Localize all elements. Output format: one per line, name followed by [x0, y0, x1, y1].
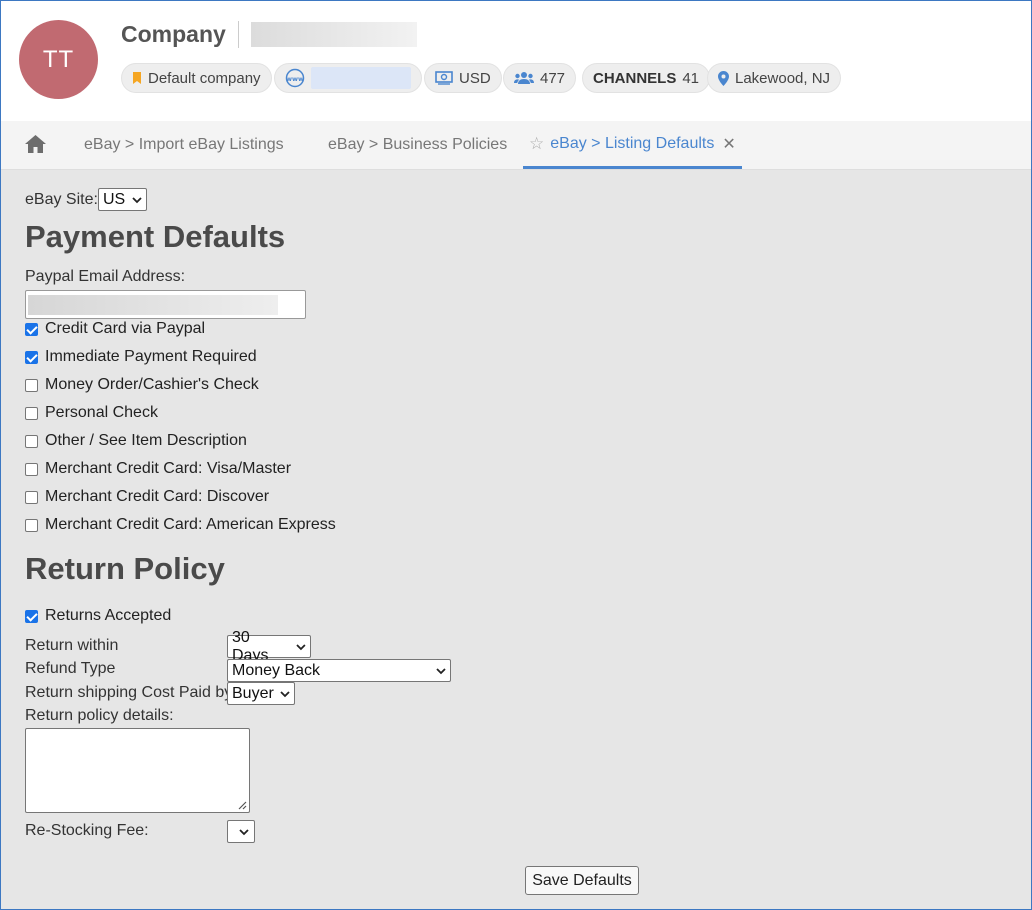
- app-window: TT Company Default company www USD 477 C…: [0, 0, 1032, 910]
- payment-option-label: Merchant Credit Card: American Express: [45, 516, 336, 533]
- paypal-email-label: Paypal Email Address:: [25, 268, 186, 285]
- title-divider: [238, 21, 239, 48]
- checkbox[interactable]: [25, 406, 38, 420]
- ebay-site-value: US: [102, 190, 126, 208]
- avatar: TT: [19, 20, 98, 99]
- chevron-down-icon: [132, 196, 142, 203]
- payment-option-label: Immediate Payment Required: [45, 348, 257, 365]
- checkbox[interactable]: [25, 378, 38, 392]
- chevron-down-icon: [239, 828, 249, 835]
- users-badge[interactable]: 477: [503, 63, 577, 93]
- payment-option-checkbox[interactable]: Immediate Payment Required: [25, 348, 257, 366]
- company-name-redacted: [251, 22, 417, 47]
- checkbox[interactable]: [25, 434, 38, 448]
- return-policy-details-textarea[interactable]: [25, 728, 250, 813]
- map-pin-icon: [718, 70, 729, 86]
- payment-option-checkbox[interactable]: Other / See Item Description: [25, 432, 247, 450]
- close-icon[interactable]: ✕: [722, 134, 735, 154]
- return-policy-details-label: Return policy details:: [25, 707, 174, 724]
- return-shipping-label: Return shipping Cost Paid by: [25, 684, 233, 701]
- return-shipping-select[interactable]: Buyer: [227, 682, 295, 705]
- users-icon: [514, 72, 534, 84]
- payment-option-checkbox[interactable]: Credit Card via Paypal: [25, 320, 205, 338]
- resize-grip-icon[interactable]: [237, 800, 247, 810]
- refund-type-value: Money Back: [232, 661, 321, 679]
- bookmark-icon: [133, 72, 141, 84]
- return-within-label: Return within: [25, 637, 119, 654]
- payment-option-label: Merchant Credit Card: Discover: [45, 488, 270, 505]
- restocking-fee-label: Re-Stocking Fee:: [25, 822, 149, 839]
- channels-label: CHANNELS: [593, 69, 677, 87]
- home-icon[interactable]: [25, 135, 46, 153]
- company-header: TT Company Default company www USD 477 C…: [1, 1, 1031, 121]
- paypal-email-redacted: [28, 295, 278, 315]
- return-shipping-value: Buyer: [232, 684, 274, 702]
- tab-label: eBay > Listing Defaults: [550, 134, 715, 152]
- returns-accepted-checkbox[interactable]: Returns Accepted: [25, 607, 171, 625]
- returns-accepted-label: Returns Accepted: [45, 607, 172, 624]
- payment-option-checkbox[interactable]: Personal Check: [25, 404, 158, 422]
- star-icon[interactable]: ☆: [529, 134, 544, 154]
- payment-defaults-heading: Payment Defaults: [25, 219, 286, 254]
- tab-listing-defaults[interactable]: ☆ eBay > Listing Defaults ✕: [523, 121, 742, 169]
- chevron-down-icon: [296, 643, 306, 650]
- payment-option-label: Other / See Item Description: [45, 432, 247, 449]
- currency-label: USD: [459, 69, 491, 87]
- tab-bar: eBay > Import eBay Listings eBay > Busin…: [1, 121, 1031, 170]
- return-policy-heading: Return Policy: [25, 551, 225, 586]
- tab-label: eBay > Import eBay Listings: [84, 136, 284, 153]
- users-count: 477: [540, 69, 566, 87]
- location-badge[interactable]: Lakewood, NJ: [707, 63, 842, 93]
- refund-type-select[interactable]: Money Back: [227, 659, 451, 682]
- checkbox[interactable]: [25, 490, 38, 504]
- payment-option-checkbox[interactable]: Money Order/Cashier's Check: [25, 376, 259, 394]
- checkbox[interactable]: [25, 518, 38, 532]
- chevron-down-icon: [280, 690, 290, 697]
- company-title: Company: [121, 21, 226, 47]
- ebay-site-select[interactable]: US: [97, 188, 147, 211]
- currency-badge[interactable]: USD: [424, 63, 502, 93]
- restocking-fee-select[interactable]: [227, 820, 255, 843]
- paypal-email-input[interactable]: [25, 290, 306, 319]
- www-globe-icon: www: [285, 68, 305, 88]
- ebay-site-label: eBay Site:: [25, 190, 98, 208]
- website-redacted: [311, 67, 411, 89]
- payment-option-label: Money Order/Cashier's Check: [45, 376, 259, 393]
- money-icon: [435, 71, 453, 85]
- tab-label: eBay > Business Policies: [328, 136, 508, 153]
- location-label: Lakewood, NJ: [735, 69, 831, 87]
- default-company-label: Default company: [148, 69, 261, 87]
- channels-count: 41: [682, 69, 700, 87]
- save-defaults-button[interactable]: Save Defaults: [525, 866, 639, 895]
- checkbox[interactable]: [25, 462, 38, 476]
- default-company-badge[interactable]: Default company: [121, 63, 272, 93]
- channels-badge[interactable]: CHANNELS 41: [582, 63, 711, 93]
- tab-business-policies[interactable]: eBay > Business Policies: [328, 121, 507, 169]
- payment-option-label: Personal Check: [45, 404, 158, 421]
- return-within-select[interactable]: 30 Days: [227, 629, 311, 664]
- payment-option-checkbox[interactable]: Merchant Credit Card: Visa/Master: [25, 460, 291, 478]
- checkbox[interactable]: [25, 350, 38, 364]
- chevron-down-icon: [436, 667, 446, 674]
- svg-text:www: www: [286, 75, 304, 83]
- refund-type-label: Refund Type: [25, 660, 116, 677]
- checkbox[interactable]: [25, 609, 38, 623]
- payment-option-checkbox[interactable]: Merchant Credit Card: American Express: [25, 516, 336, 534]
- checkbox[interactable]: [25, 322, 38, 336]
- ebay-site-row: eBay Site: US: [25, 188, 147, 211]
- payment-option-checkbox[interactable]: Merchant Credit Card: Discover: [25, 488, 269, 506]
- website-badge[interactable]: www: [274, 63, 422, 93]
- tab-import-ebay-listings[interactable]: eBay > Import eBay Listings: [84, 121, 284, 169]
- payment-option-label: Merchant Credit Card: Visa/Master: [45, 460, 292, 477]
- payment-option-label: Credit Card via Paypal: [45, 320, 206, 337]
